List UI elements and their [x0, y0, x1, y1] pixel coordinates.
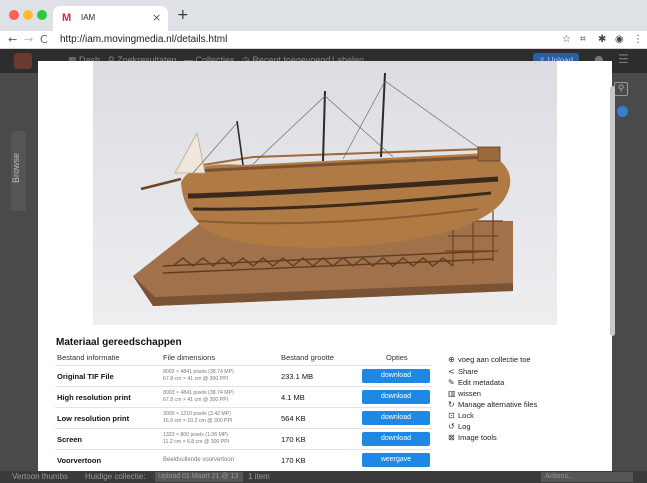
action-label: Lock: [458, 411, 474, 420]
image-tools-action[interactable]: ⊠ Image tools: [448, 433, 497, 442]
row-label: Screen: [57, 435, 83, 444]
row-size: 564 KB: [281, 414, 306, 423]
tab-title: IAM: [81, 13, 96, 22]
close-window-button[interactable]: [9, 10, 19, 20]
log-action[interactable]: ↺ Log: [448, 422, 471, 431]
tab-strip: M IAM × +: [0, 0, 647, 31]
back-icon[interactable]: ←: [8, 33, 17, 46]
address-bar-row: ← → C http://iam.movingmedia.nl/details.…: [0, 31, 647, 49]
browser-tab[interactable]: M IAM ×: [53, 6, 168, 31]
lock-action[interactable]: ⊡ Lock: [448, 411, 474, 420]
browse-tab[interactable]: Browse: [11, 131, 26, 211]
star-icon[interactable]: ☆: [562, 34, 571, 45]
preview-button[interactable]: weergave: [362, 453, 430, 467]
download-original-button[interactable]: download: [362, 369, 430, 383]
info-dot-icon[interactable]: [617, 106, 628, 117]
header-file-dimensions: File dimensions: [163, 353, 216, 362]
row-label: Voorvertoon: [57, 456, 102, 465]
browse-tab-label: Browse: [11, 153, 21, 184]
edit-metadata-action[interactable]: ✎ Edit metadata: [448, 378, 504, 387]
row-label: Low resolution print: [57, 414, 130, 423]
tools-icon: ⊠: [448, 433, 455, 442]
row-dimensions: 3000 × 1210 pixels (3.42 MP) 16.9 cm × 1…: [163, 411, 232, 425]
extension-icon[interactable]: ⌗: [580, 34, 586, 45]
header-options: Opties: [386, 353, 408, 362]
url-field[interactable]: http://iam.movingmedia.nl/details.html: [60, 34, 227, 45]
trash-icon: ▥: [448, 389, 456, 398]
lock-icon: ⊡: [448, 411, 455, 420]
share-action[interactable]: < Share: [448, 367, 478, 376]
hamburger-menu-icon[interactable]: ☰: [618, 52, 629, 66]
item-count: 1 item: [248, 472, 270, 481]
row-dimensions-print: 67.8 cm × 41 cm @ 300 PPI: [163, 376, 229, 382]
row-size: 170 KB: [281, 456, 306, 465]
pencil-icon: ✎: [448, 378, 455, 387]
row-dimensions: 8003 × 4841 pixels (38.74 MP) 67.8 cm × …: [163, 369, 234, 383]
table-row: High resolution print 8003 × 4841 pixels…: [55, 386, 432, 406]
new-tab-icon[interactable]: +: [177, 8, 189, 22]
row-size: 170 KB: [281, 435, 306, 444]
action-label: wissen: [458, 389, 481, 398]
ship-model-illustration: [93, 61, 557, 325]
action-label: Log: [458, 422, 471, 431]
thumbs-toggle[interactable]: Vertoon thumbs: [12, 472, 68, 481]
site-favicon-icon: M: [62, 12, 72, 24]
ship-model-photo[interactable]: [93, 61, 557, 325]
row-size: 233.1 MB: [281, 372, 314, 381]
header-file-size: Bestand grootte: [281, 353, 334, 362]
puzzle-icon[interactable]: ✱: [598, 34, 606, 45]
status-bar: Vertoon thumbs Huidige collectie: Upload…: [0, 471, 647, 483]
row-size: 4.1 MB: [281, 393, 305, 402]
row-dimensions: 8003 × 4841 pixels (38.74 MP) 67.8 cm × …: [163, 390, 234, 404]
row-label: High resolution print: [57, 393, 131, 402]
row-dimensions-pixels: 3000 × 1210 pixels (3.42 MP): [163, 411, 231, 417]
manage-alternative-files-action[interactable]: ↻ Manage alternative files: [448, 400, 537, 409]
actions-select[interactable]: Actions...: [541, 472, 633, 482]
row-dimensions-print: 11.2 cm × 6.8 cm @ 300 PPI: [163, 439, 230, 445]
profile-icon[interactable]: ◉: [615, 34, 624, 45]
browser-window: M IAM × + ← → C http://iam.movingmedia.n…: [0, 0, 647, 483]
section-title: Materiaal gereedschappen: [56, 337, 182, 348]
kebab-menu-icon[interactable]: ⋮: [633, 34, 643, 45]
detail-modal: Materiaal gereedschappen Bestand informa…: [38, 61, 612, 471]
row-dimensions-print: 16.9 cm × 10.2 cm @ 300 PPI: [163, 418, 233, 424]
plus-circle-icon: ⊕: [448, 355, 455, 364]
delete-action[interactable]: ▥ wissen: [448, 389, 481, 398]
table-row: Voorvertoon Beeldvullende voorvertoon 17…: [55, 449, 432, 469]
row-dimensions-pixels: 8003 × 4841 pixels (38.74 MP): [163, 390, 234, 396]
action-label: Image tools: [458, 433, 497, 442]
close-tab-icon[interactable]: ×: [152, 11, 161, 24]
site-logo[interactable]: [14, 53, 32, 69]
current-collection-label: Huidige collectie:: [85, 472, 146, 481]
sync-icon: ↻: [448, 400, 455, 409]
forward-icon[interactable]: →: [24, 33, 33, 46]
download-high-res-button[interactable]: download: [362, 390, 430, 404]
history-icon: ↺: [448, 422, 455, 431]
modal-scrollbar[interactable]: [610, 86, 615, 336]
action-label: Edit metadata: [458, 378, 505, 387]
reload-icon[interactable]: C: [40, 33, 48, 46]
table-row: Original TIF File 8003 × 4841 pixels (38…: [55, 365, 432, 385]
add-to-collection-action[interactable]: ⊕ voeg aan collectie toe: [448, 355, 531, 364]
action-label: voeg aan collectie toe: [458, 355, 531, 364]
table-row: Low resolution print 3000 × 1210 pixels …: [55, 407, 432, 427]
header-file-info: Bestand informatie: [57, 353, 120, 362]
zoom-icon[interactable]: ⚲: [614, 82, 628, 96]
table-row: Screen 1323 × 800 pixels (1.06 MP) 11.2 …: [55, 428, 432, 448]
maximize-window-button[interactable]: [37, 10, 47, 20]
row-dimensions-pixels: 8003 × 4841 pixels (38.74 MP): [163, 369, 234, 375]
row-dimensions: Beeldvullende voorvertoon: [163, 457, 235, 463]
share-icon: <: [448, 367, 455, 376]
row-label: Original TIF File: [57, 372, 114, 381]
row-dimensions-print: 67.8 cm × 41 cm @ 300 PPI: [163, 397, 229, 403]
row-dimensions-pixels: 1323 × 800 pixels (1.06 MP): [163, 432, 229, 438]
action-label: Share: [458, 367, 479, 376]
download-screen-button[interactable]: download: [362, 432, 430, 446]
row-dimensions: 1323 × 800 pixels (1.06 MP) 11.2 cm × 6.…: [163, 432, 229, 446]
minimize-window-button[interactable]: [23, 10, 33, 20]
download-low-res-button[interactable]: download: [362, 411, 430, 425]
action-label: Manage alternative files: [458, 400, 538, 409]
collection-select[interactable]: Upload 01 Maart 21 @ 13: [155, 472, 243, 482]
